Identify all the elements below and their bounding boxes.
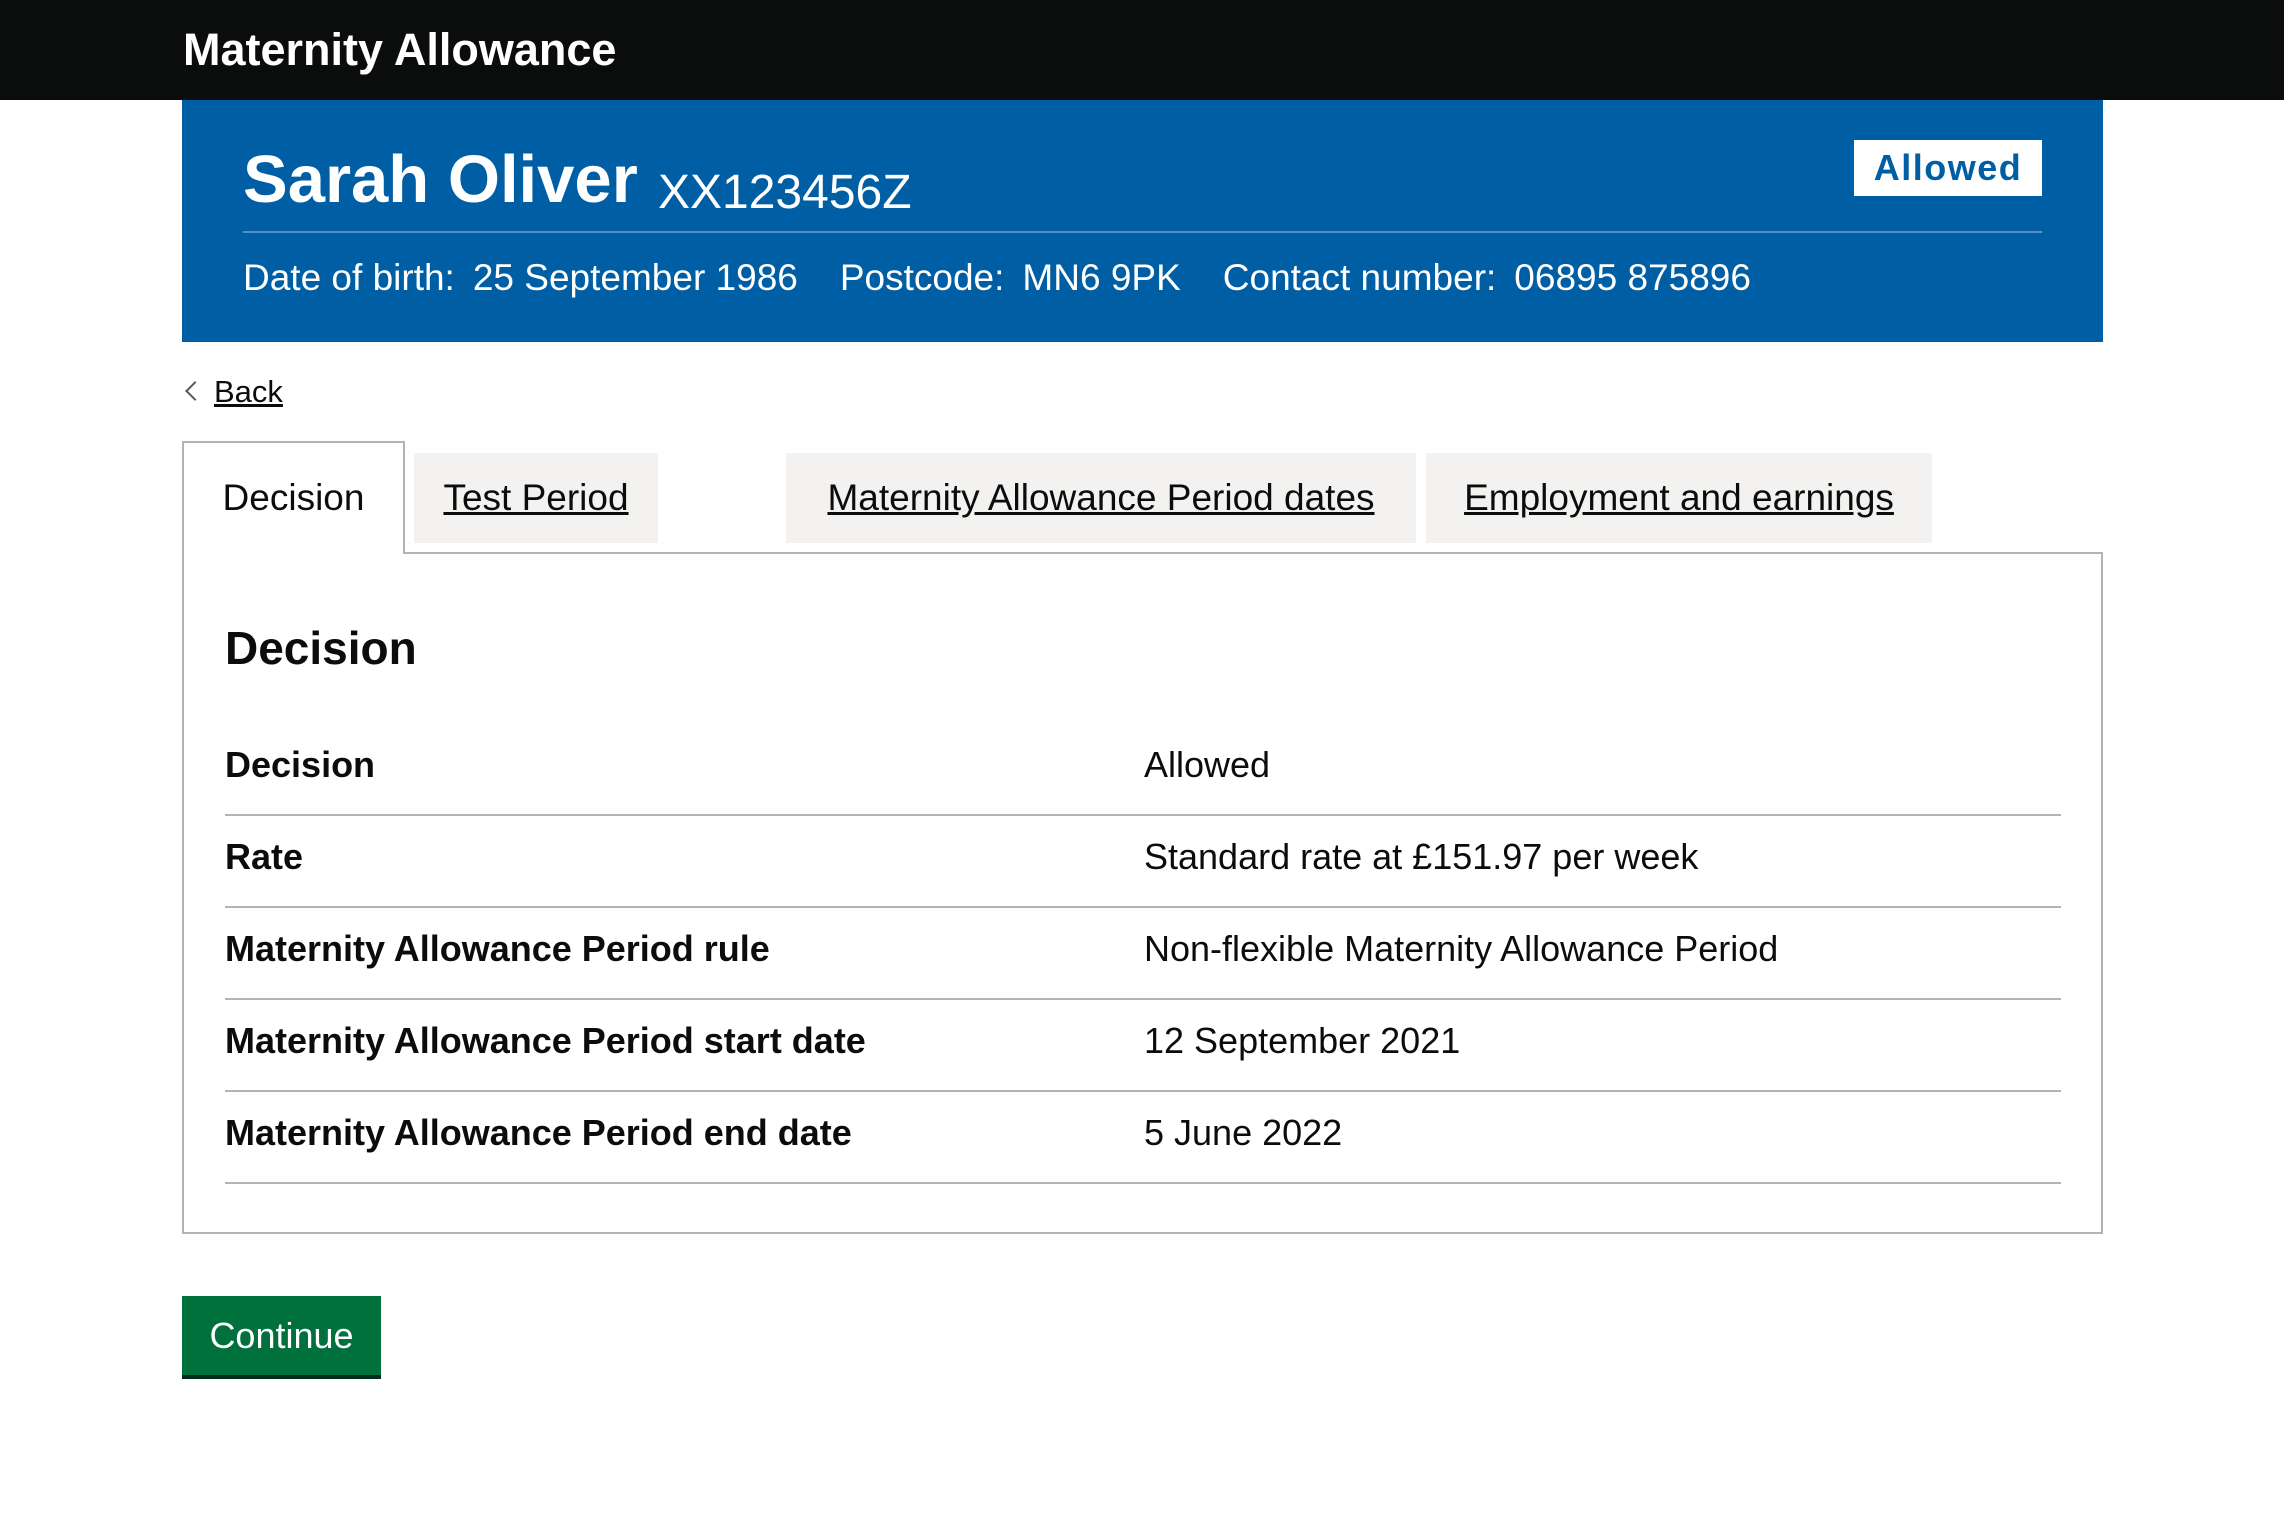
- summary-value: Allowed: [1144, 744, 1271, 785]
- tabs: Decision Test Period dates Maternity All…: [182, 441, 2103, 1234]
- status-badge: Allowed: [1854, 140, 2042, 196]
- summary-row-decision: Decision Allowed: [225, 724, 2061, 816]
- contact-value: 06895 875896: [1514, 257, 1751, 298]
- summary-value: Standard rate at £151.97 per week: [1144, 836, 1699, 877]
- contact-label: Contact number:: [1222, 257, 1497, 298]
- tab-employment-and-earnings[interactable]: Employment and earnings: [1426, 453, 1932, 543]
- summary-key: Decision: [225, 744, 376, 785]
- summary-row-end-date: Maternity Allowance Period end date 5 Ju…: [225, 1092, 2061, 1184]
- continue-button[interactable]: Continue: [182, 1296, 381, 1375]
- summary-value: 5 June 2022: [1144, 1112, 1343, 1153]
- site-header: Maternity Allowance: [0, 0, 2284, 100]
- claimant-name: Sarah Oliver: [243, 142, 638, 217]
- postcode-value: MN6 9PK: [1022, 257, 1181, 298]
- summary-key: Rate: [225, 836, 304, 877]
- decision-panel: Decision Decision Allowed Rate Standard …: [182, 552, 2103, 1234]
- summary-row-start-date: Maternity Allowance Period start date 12…: [225, 1000, 2061, 1092]
- back-link[interactable]: Back: [182, 370, 283, 414]
- tab-maternity-allowance-period-dates[interactable]: Maternity Allowance Period dates: [786, 453, 1416, 543]
- summary-key: Maternity Allowance Period end date: [225, 1112, 852, 1153]
- summary-value: 12 September 2021: [1144, 1020, 1461, 1061]
- service-name[interactable]: Maternity Allowance: [183, 22, 616, 78]
- banner-divider: [243, 231, 2042, 233]
- summary-row-period-rule: Maternity Allowance Period rule Non-flex…: [225, 908, 2061, 1000]
- panel-heading: Decision: [225, 622, 417, 674]
- dob-value: 25 September 1986: [472, 257, 798, 298]
- postcode-label: Postcode:: [839, 257, 1005, 298]
- claimant-nino: XX123456Z: [658, 166, 912, 219]
- summary-key: Maternity Allowance Period start date: [225, 1020, 866, 1061]
- back-link-label: Back: [214, 374, 283, 409]
- tab-decision[interactable]: Decision: [182, 441, 405, 554]
- summary-value: Non-flexible Maternity Allowance Period: [1144, 928, 1779, 969]
- dob-label: Date of birth:: [243, 257, 455, 298]
- claimant-banner: Sarah Oliver XX123456Z Allowed Date of b…: [182, 100, 2103, 342]
- tab-test-period-dates[interactable]: Test Period dates: [414, 453, 658, 608]
- chevron-left-icon: [185, 381, 205, 401]
- decision-summary-list: Decision Allowed Rate Standard rate at £…: [225, 724, 2061, 1184]
- claimant-details: Date of birth: 25 September 1986 Postcode:…: [243, 250, 1793, 306]
- summary-key: Maternity Allowance Period rule: [225, 928, 770, 969]
- summary-row-rate: Rate Standard rate at £151.97 per week: [225, 816, 2061, 908]
